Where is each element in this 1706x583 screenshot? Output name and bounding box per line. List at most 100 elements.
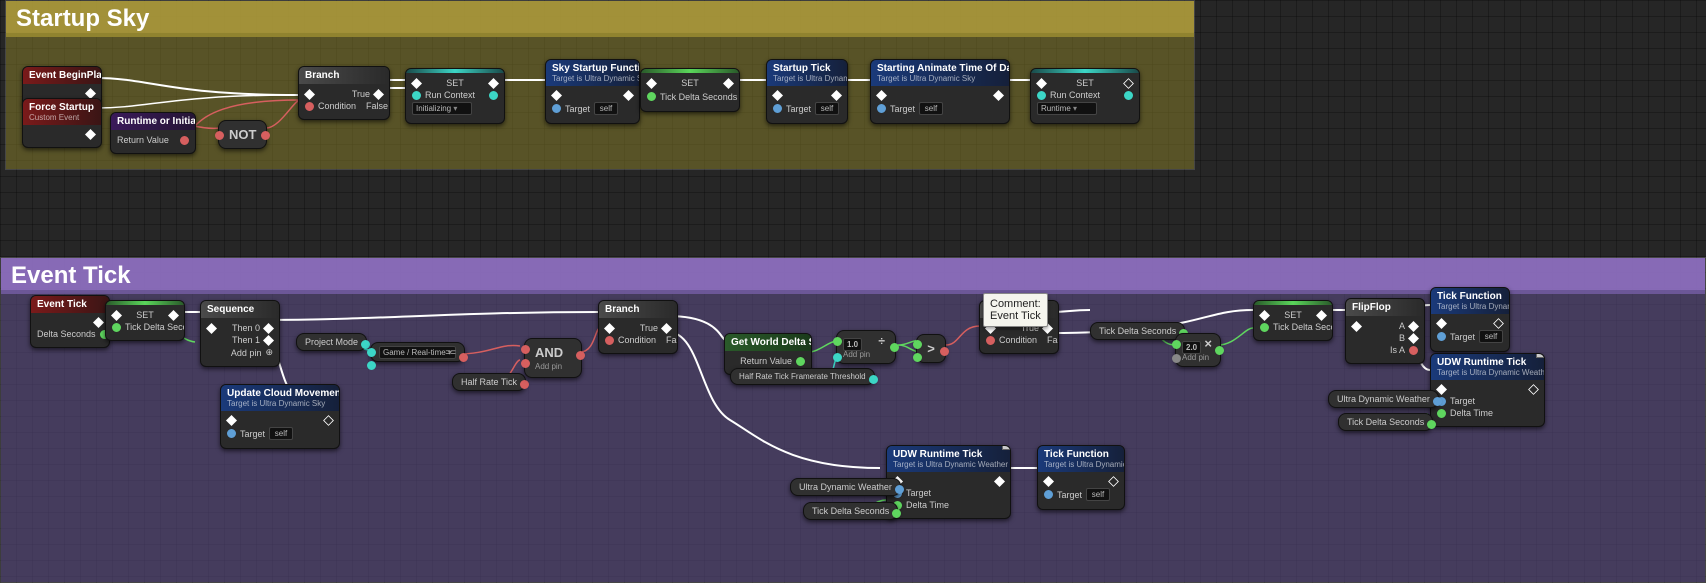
out-pin[interactable] bbox=[895, 485, 904, 494]
bool-out-pin[interactable] bbox=[459, 353, 468, 362]
exec-out-pin[interactable] bbox=[93, 317, 104, 328]
in-b-pin[interactable] bbox=[833, 353, 842, 362]
in-pin-b[interactable] bbox=[367, 361, 376, 370]
bool-in-pin[interactable] bbox=[215, 131, 224, 140]
exec-out-pin[interactable] bbox=[1316, 310, 1327, 321]
exec-b-pin[interactable] bbox=[1408, 333, 1419, 344]
condition-pin[interactable] bbox=[986, 336, 995, 345]
exec-out-pin[interactable] bbox=[85, 129, 96, 140]
bool-out-pin[interactable] bbox=[576, 351, 585, 360]
exec-then1-pin[interactable] bbox=[263, 335, 274, 346]
node-force-startup[interactable]: Force StartupCustom Event bbox=[22, 98, 102, 148]
condition-pin[interactable] bbox=[305, 102, 314, 111]
node-set-tick-delta-event[interactable]: SET Tick Delta Seconds bbox=[105, 300, 185, 341]
node-runtime-or-initializing[interactable]: Runtime or Initializing Return Value bbox=[110, 112, 196, 154]
exec-then0-pin[interactable] bbox=[263, 323, 274, 334]
node-set-run-context[interactable]: SET Run Context Initializing bbox=[405, 68, 505, 124]
out-pin[interactable] bbox=[1124, 91, 1133, 100]
node-flip-flop[interactable]: FlipFlop A B Is A bbox=[1345, 298, 1425, 364]
node-update-cloud-movement[interactable]: Update Cloud MovementTarget is Ultra Dyn… bbox=[220, 384, 340, 449]
var-half-rate-threshold[interactable]: Half Rate Tick Framerate Threshold bbox=[730, 368, 875, 385]
node-greater-than[interactable]: > bbox=[916, 334, 946, 363]
condition-pin[interactable] bbox=[605, 336, 614, 345]
target-pin[interactable] bbox=[552, 104, 561, 113]
delta-time-pin[interactable] bbox=[1437, 409, 1446, 418]
exec-in-pin[interactable] bbox=[111, 310, 122, 321]
float-pin[interactable] bbox=[1260, 323, 1269, 332]
node-udw-runtime-tick-lower[interactable]: UDW Runtime TickTarget is Ultra Dynamic … bbox=[886, 445, 1011, 519]
exec-in-pin[interactable] bbox=[411, 78, 422, 89]
in-b-pin[interactable] bbox=[913, 353, 922, 362]
exec-out-pin[interactable] bbox=[168, 310, 179, 321]
node-set-run-context-runtime[interactable]: SET Run Context Runtime bbox=[1030, 68, 1140, 124]
exec-out-pin[interactable] bbox=[993, 90, 1004, 101]
node-starting-animate-tod[interactable]: Starting Animate Time Of Day OffsetTarge… bbox=[870, 59, 1010, 124]
exec-in-pin[interactable] bbox=[551, 90, 562, 101]
exec-out-pin[interactable] bbox=[1123, 78, 1134, 89]
exec-true-pin[interactable] bbox=[373, 89, 384, 100]
float-pin[interactable] bbox=[647, 92, 656, 101]
out-pin[interactable] bbox=[890, 343, 899, 352]
in-a-pin[interactable] bbox=[913, 340, 922, 349]
exec-true-pin[interactable] bbox=[661, 323, 672, 334]
comment-title[interactable]: Startup Sky bbox=[6, 1, 1194, 37]
target-pin[interactable] bbox=[773, 104, 782, 113]
exec-in-pin[interactable] bbox=[304, 89, 315, 100]
node-and[interactable]: AND Add pin bbox=[524, 338, 582, 378]
exec-in-pin[interactable] bbox=[876, 90, 887, 101]
node-divide[interactable]: 1.0 ÷ Add pin bbox=[836, 330, 896, 364]
target-pin[interactable] bbox=[1437, 332, 1446, 341]
node-multiply[interactable]: 2.0 × Add pin bbox=[1175, 333, 1221, 367]
node-set-tick-delta-x2[interactable]: SET Tick Delta Seconds bbox=[1253, 300, 1333, 341]
var-ultra-dynamic-weather[interactable]: Ultra Dynamic Weather bbox=[1328, 390, 1439, 408]
out-pin[interactable] bbox=[1215, 346, 1224, 355]
in-b-pin[interactable] bbox=[521, 359, 530, 368]
node-branch[interactable]: Branch True ConditionFalse bbox=[298, 66, 390, 120]
node-sky-startup-functions[interactable]: Sky Startup FunctionsTarget is Ultra Dyn… bbox=[545, 59, 640, 124]
in-pin[interactable] bbox=[367, 348, 376, 357]
exec-out-pin[interactable] bbox=[323, 415, 334, 426]
var-ultra-dynamic-weather-lower[interactable]: Ultra Dynamic Weather bbox=[790, 478, 901, 496]
float-pin[interactable] bbox=[112, 323, 121, 332]
out-pin[interactable] bbox=[869, 375, 878, 384]
enum-pin[interactable] bbox=[412, 91, 421, 100]
exec-out-pin[interactable] bbox=[1108, 476, 1119, 487]
exec-in-pin[interactable] bbox=[604, 323, 615, 334]
in-b-pin[interactable] bbox=[1172, 354, 1181, 363]
node-event-tick[interactable]: Event Tick Delta Seconds bbox=[30, 295, 110, 348]
exec-in-pin[interactable] bbox=[226, 415, 237, 426]
in-a-pin[interactable] bbox=[1172, 340, 1181, 349]
enum-pin[interactable] bbox=[1037, 91, 1046, 100]
bool-out-pin[interactable] bbox=[180, 136, 189, 145]
dropdown-run-context[interactable]: Initializing bbox=[412, 102, 472, 115]
exec-in-pin[interactable] bbox=[646, 78, 657, 89]
var-half-rate-tick[interactable]: Half Rate Tick bbox=[452, 373, 526, 391]
out-pin[interactable] bbox=[520, 380, 529, 389]
exec-out-pin[interactable] bbox=[1493, 318, 1504, 329]
exec-out-pin[interactable] bbox=[723, 78, 734, 89]
exec-out-pin[interactable] bbox=[831, 90, 842, 101]
node-sequence[interactable]: Sequence Then 0 Then 1 Add pin ⊕ bbox=[200, 300, 280, 367]
node-tick-function-lower[interactable]: Tick FunctionTarget is Ultra Dynamic Sky… bbox=[1037, 445, 1125, 510]
exec-out-pin[interactable] bbox=[623, 90, 634, 101]
var-tick-delta-seconds-lower[interactable]: Tick Delta Seconds bbox=[803, 502, 898, 520]
dropdown-compare[interactable]: Game / Real-time bbox=[379, 346, 456, 359]
in-a-pin[interactable] bbox=[833, 337, 842, 346]
node-not[interactable]: NOT bbox=[218, 120, 267, 149]
var-tick-delta-seconds-upper[interactable]: Tick Delta Seconds bbox=[1090, 322, 1185, 340]
exec-in-pin[interactable] bbox=[772, 90, 783, 101]
exec-in-pin[interactable] bbox=[1259, 310, 1270, 321]
exec-out-pin[interactable] bbox=[1528, 384, 1539, 395]
exec-a-pin[interactable] bbox=[1408, 321, 1419, 332]
target-pin[interactable] bbox=[877, 104, 886, 113]
node-branch-2[interactable]: Branch True ConditionFalse bbox=[598, 300, 678, 354]
in-a-pin[interactable] bbox=[521, 345, 530, 354]
var-tick-delta-seconds[interactable]: Tick Delta Seconds bbox=[1338, 413, 1433, 431]
out-pin[interactable] bbox=[489, 91, 498, 100]
node-tick-function[interactable]: Tick FunctionTarget is Ultra Dynamic Sky… bbox=[1430, 287, 1510, 352]
exec-in-pin[interactable] bbox=[1436, 318, 1447, 329]
exec-out-pin[interactable] bbox=[994, 476, 1005, 487]
node-udw-runtime-tick[interactable]: UDW Runtime TickTarget is Ultra Dynamic … bbox=[1430, 353, 1545, 427]
target-pin[interactable] bbox=[1044, 490, 1053, 499]
node-set-tick-delta[interactable]: SET Tick Delta Seconds 0.01 bbox=[640, 68, 740, 112]
